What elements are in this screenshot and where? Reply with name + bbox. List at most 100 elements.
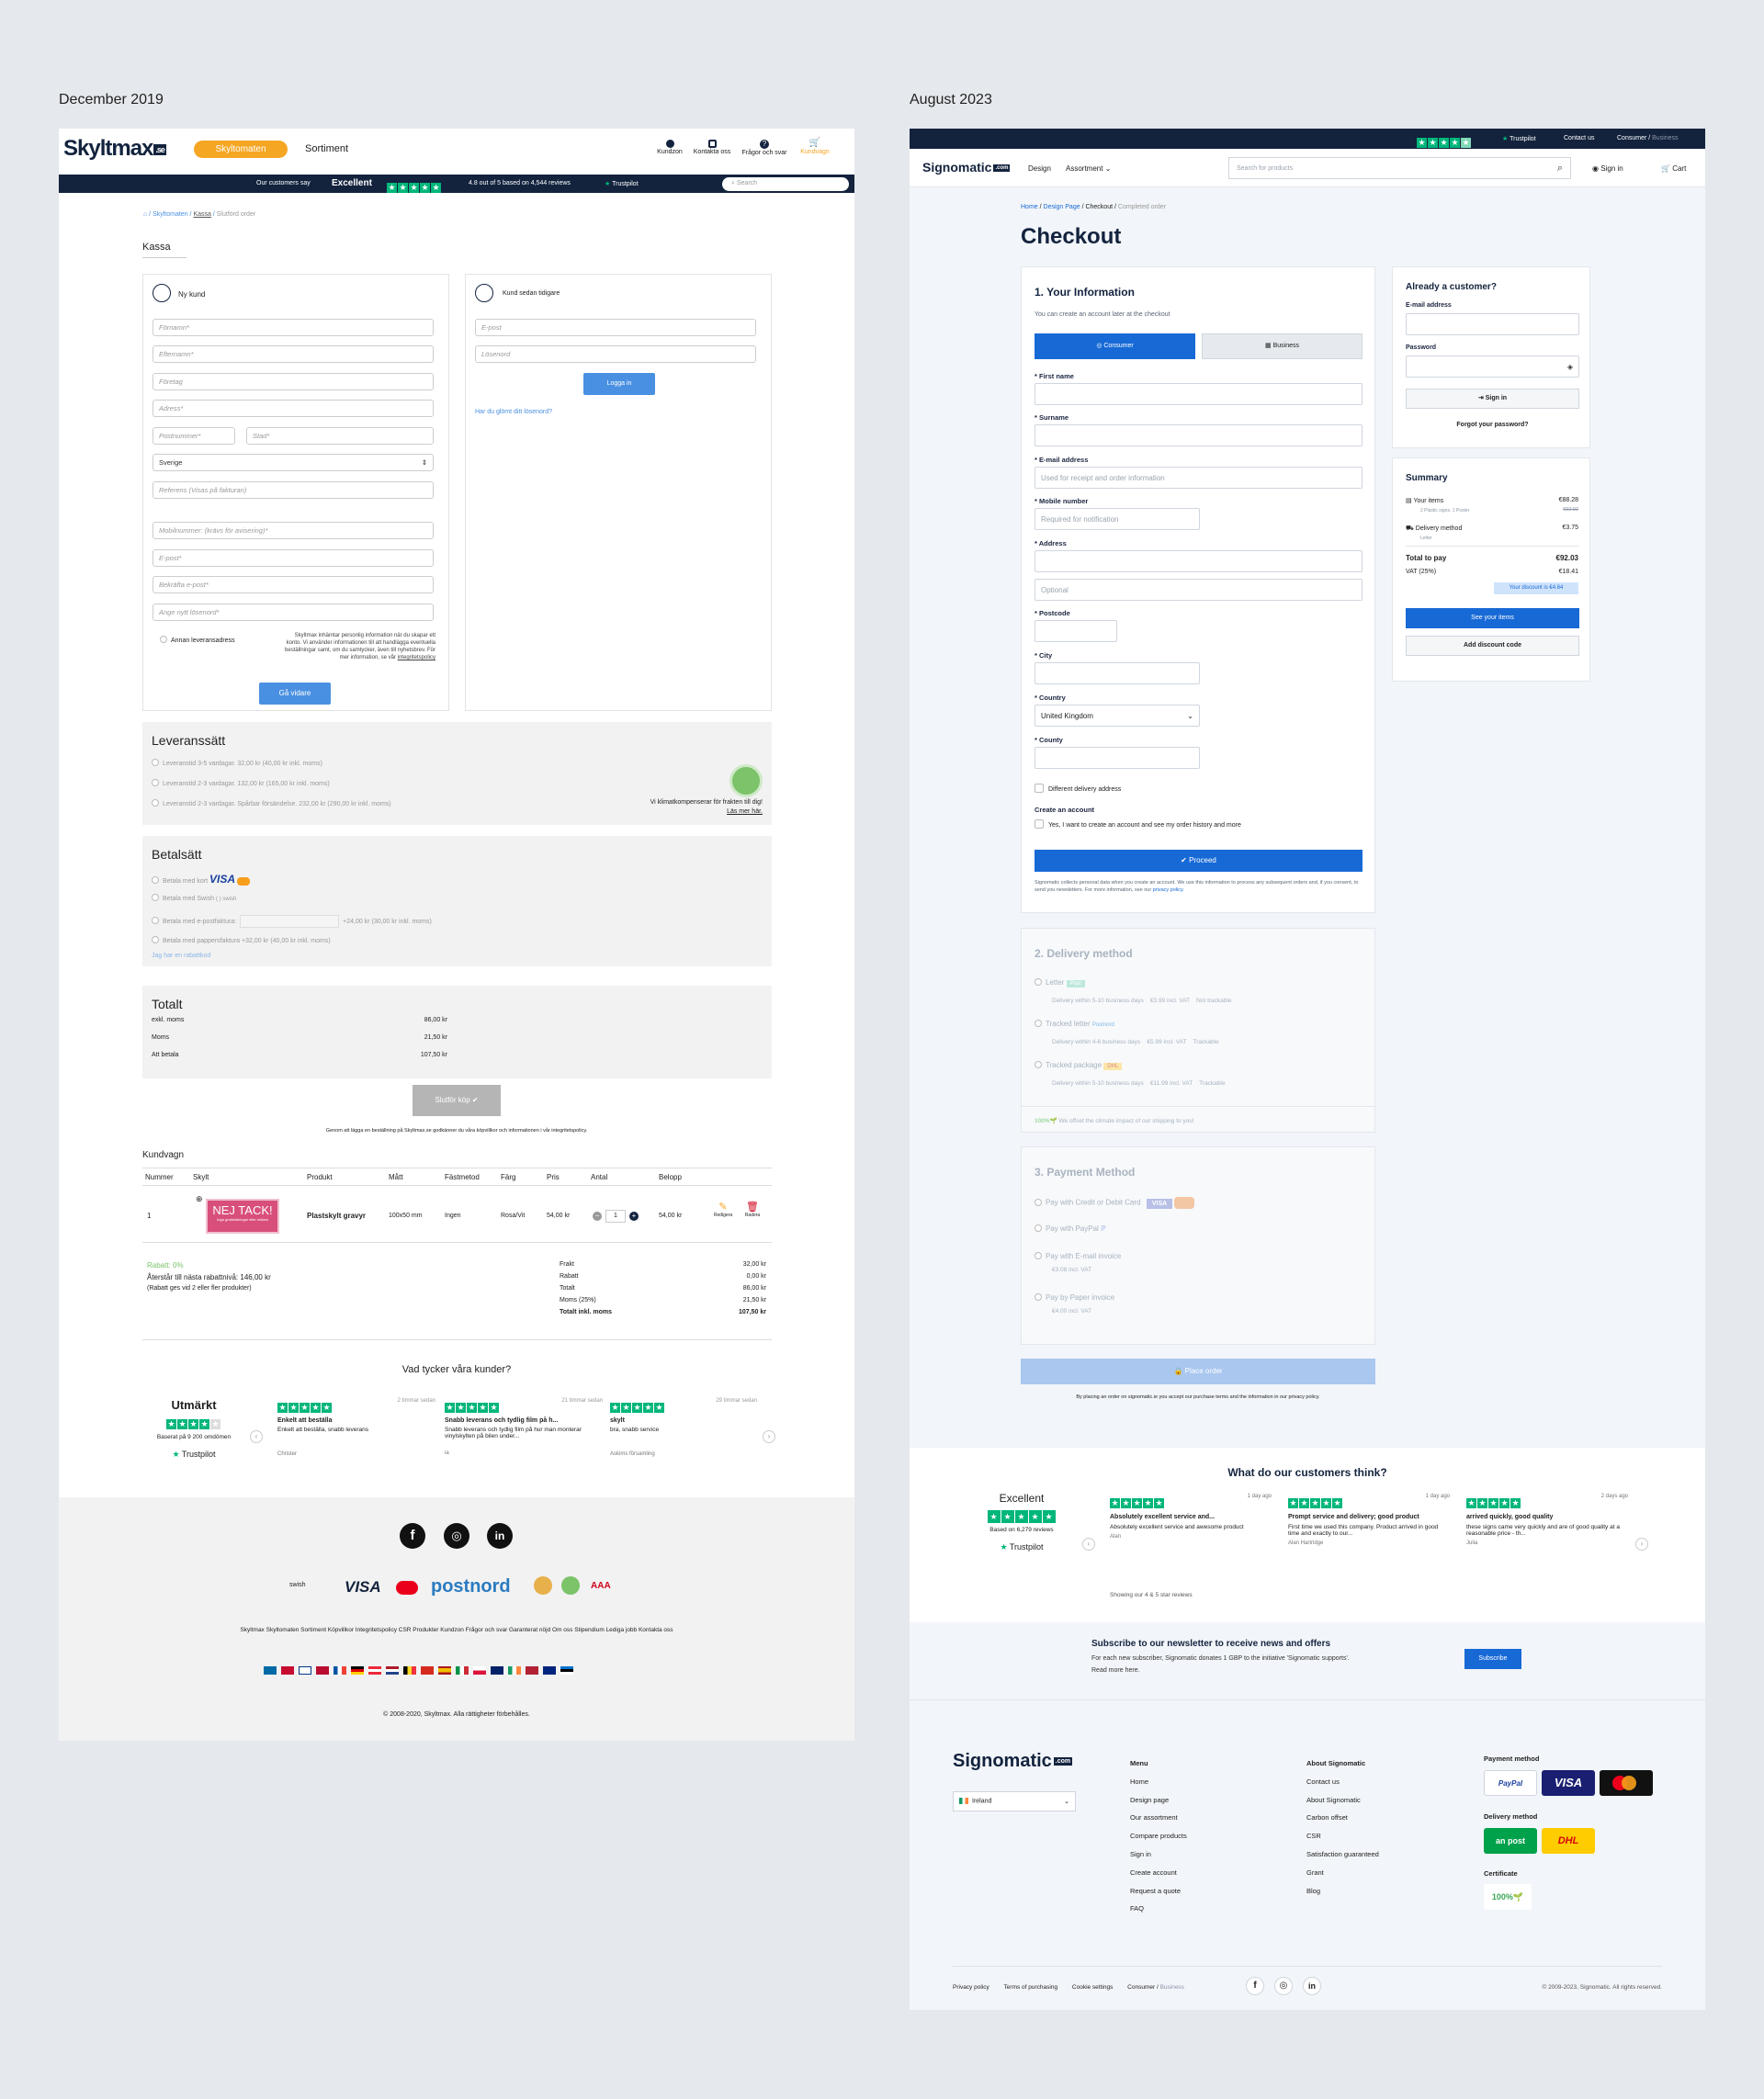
contact-link[interactable]: Contact us bbox=[1564, 135, 1594, 141]
search-input[interactable]: Search for products ⌕ bbox=[1228, 157, 1571, 179]
forgot-password-link[interactable]: Forgot your password? bbox=[1406, 422, 1579, 428]
delivery-option-1[interactable]: Leveranstid 3-5 vardagar. 32,00 kr (40,0… bbox=[152, 759, 322, 767]
terms-link[interactable]: Terms of purchasing bbox=[1004, 1984, 1058, 1991]
contact-link[interactable]: Kontakta oss bbox=[688, 138, 736, 155]
delete-button[interactable]: 🗑 Radera bbox=[741, 1201, 763, 1218]
footer-link[interactable]: Carbon offset bbox=[1306, 1809, 1444, 1827]
footer-link[interactable]: Request a quote bbox=[1130, 1882, 1268, 1901]
email-field[interactable]: Used for receipt and order information bbox=[1035, 467, 1363, 489]
footer-link[interactable]: Home bbox=[1130, 1773, 1268, 1791]
first-name-field[interactable]: Förnamn* bbox=[153, 319, 434, 336]
crumb-skyltomaten[interactable]: Skyltomaten bbox=[153, 211, 188, 218]
footer-link[interactable]: FAQ bbox=[1130, 1900, 1268, 1918]
eye-off-icon[interactable]: ◈ bbox=[1567, 363, 1573, 371]
country-selector[interactable]: Ireland ⌄ bbox=[953, 1791, 1076, 1811]
country-select[interactable]: Sverige ⇕ bbox=[153, 454, 434, 471]
country-select[interactable]: United Kingdom ⌄ bbox=[1035, 705, 1200, 727]
pay-paypal-option[interactable]: Pay with PayPal ℙ bbox=[1035, 1224, 1106, 1233]
subscribe-button[interactable]: Subscribe bbox=[1464, 1649, 1521, 1669]
trustpilot-widget[interactable]: Utmärkt ★ ★ ★ ★ ★ Baserat på 9 200 omdömen ★… bbox=[143, 1398, 244, 1460]
first-name-field[interactable] bbox=[1035, 383, 1363, 405]
instagram-icon[interactable]: ◎ bbox=[1274, 1977, 1293, 1995]
newsletter-more-link[interactable]: Read more here. bbox=[1091, 1667, 1140, 1674]
prev-review-button[interactable]: ‹ bbox=[250, 1430, 263, 1443]
add-discount-button[interactable]: Add discount code bbox=[1406, 636, 1579, 656]
city-field[interactable] bbox=[1035, 662, 1200, 684]
facebook-icon[interactable]: f bbox=[1246, 1977, 1264, 1995]
decrease-qty-button[interactable]: − bbox=[593, 1212, 602, 1221]
pay-einvoice-option[interactable]: Pay with E-mail invoice bbox=[1035, 1252, 1121, 1260]
footer-link[interactable]: CSR bbox=[1306, 1827, 1444, 1845]
login-password-field[interactable]: ◈ bbox=[1406, 355, 1579, 378]
footer-links[interactable]: Skyltmax Skyltomaten Sortiment Köpvillko… bbox=[59, 1627, 854, 1633]
signomatic-logo[interactable]: Signomatic .com bbox=[922, 160, 1011, 175]
discount-code-link[interactable]: Jag har en rabattkod bbox=[152, 953, 210, 959]
place-order-button[interactable]: 🔒 Place order bbox=[1021, 1359, 1375, 1384]
footer-link[interactable]: Compare products bbox=[1130, 1827, 1268, 1845]
search-input[interactable]: ⌕ Search bbox=[722, 177, 849, 191]
login-password-field[interactable]: Lösenord bbox=[475, 345, 756, 363]
email-field[interactable]: E-post* bbox=[153, 549, 434, 567]
prev-review-button[interactable]: ‹ bbox=[1082, 1538, 1095, 1551]
footer-link[interactable]: Design page bbox=[1130, 1791, 1268, 1810]
trustpilot-widget[interactable]: Excellent ★ ★ ★ ★ ★ Based on 6,279 reviews ★… bbox=[976, 1492, 1068, 1552]
postcode-field[interactable] bbox=[1035, 620, 1117, 642]
qty-input[interactable]: 1 bbox=[605, 1210, 626, 1223]
language-flags[interactable] bbox=[264, 1663, 650, 1676]
search-icon[interactable]: ⌕ bbox=[1557, 163, 1563, 175]
read-more-link[interactable]: Läs mer här. bbox=[666, 808, 763, 815]
business-tab[interactable]: ▦ Business bbox=[1202, 333, 1363, 359]
nav-sortiment[interactable]: Sortiment bbox=[305, 143, 348, 154]
zoom-icon[interactable]: ⊕ bbox=[196, 1194, 203, 1204]
next-review-button[interactable]: › bbox=[763, 1430, 775, 1443]
facebook-icon[interactable]: f bbox=[400, 1523, 425, 1549]
pay-paper-option[interactable]: Pay by Paper invoice bbox=[1035, 1293, 1114, 1302]
edit-button[interactable]: ✎ Redigera bbox=[712, 1201, 734, 1218]
footer-link[interactable]: Our assortment bbox=[1130, 1809, 1268, 1827]
footer-link[interactable]: Blog bbox=[1306, 1882, 1444, 1901]
delivery-option-2[interactable]: Leveranstid 2-3 vardagar. 132,00 kr (165… bbox=[152, 779, 330, 787]
faq-link[interactable]: ? Frågor och svar bbox=[736, 138, 793, 156]
privacy-link[interactable]: privacy policy. bbox=[1153, 887, 1184, 893]
instagram-icon[interactable]: ◎ bbox=[444, 1523, 469, 1549]
last-name-field[interactable]: Efternamn* bbox=[153, 345, 434, 363]
delivery-package-option[interactable]: Tracked package DHL bbox=[1035, 1061, 1123, 1070]
see-items-button[interactable]: See your items bbox=[1406, 608, 1579, 628]
address2-field[interactable]: Optional bbox=[1035, 579, 1363, 601]
different-delivery-checkbox[interactable]: Different delivery address bbox=[1035, 784, 1121, 793]
footer-link[interactable]: Grant bbox=[1306, 1864, 1444, 1882]
mobile-field[interactable]: Mobilnummer: (krävs för avisering)* bbox=[153, 522, 434, 539]
home-icon[interactable]: ⌂ bbox=[143, 211, 147, 218]
sign-in-link[interactable]: ◉ Sign in bbox=[1592, 164, 1623, 173]
crumb-kassa[interactable]: Kassa bbox=[193, 211, 210, 218]
city-field[interactable]: Stad* bbox=[246, 427, 434, 445]
footer-link[interactable]: About Signomatic bbox=[1306, 1791, 1444, 1810]
einvoice-field[interactable] bbox=[240, 915, 340, 928]
crumb-design[interactable]: Design Page bbox=[1044, 204, 1080, 210]
footer-link[interactable]: Sign in bbox=[1130, 1845, 1268, 1864]
password-field[interactable]: Ange nytt lösenord* bbox=[153, 604, 434, 621]
create-account-checkbox[interactable]: Yes, I want to create an account and see… bbox=[1035, 819, 1241, 829]
business-link[interactable]: Business bbox=[1160, 1984, 1184, 1991]
delivery-letter-option[interactable]: Letter Post bbox=[1035, 978, 1085, 987]
segment-switch[interactable]: Consumer / Business bbox=[1617, 135, 1679, 141]
pay-einvoice-option[interactable]: Betala med e-postfaktura: +24,00 kr (30,0… bbox=[152, 915, 432, 928]
county-field[interactable] bbox=[1035, 747, 1200, 769]
nav-assortment[interactable]: Assortment ⌄ bbox=[1066, 164, 1111, 173]
consumer-tab[interactable]: ◎ Consumer bbox=[1035, 333, 1195, 359]
consumer-link[interactable]: Consumer bbox=[1127, 1984, 1155, 1991]
skyltmax-logo[interactable]: Skyltmax .se bbox=[63, 136, 166, 162]
signomatic-footer-logo[interactable]: Signomatic .com bbox=[953, 1751, 1073, 1772]
company-field[interactable]: Företag bbox=[153, 373, 434, 390]
postcode-field[interactable]: Postnummer* bbox=[153, 427, 235, 445]
nav-design[interactable]: Design bbox=[1028, 164, 1051, 173]
cart-link[interactable]: 🛒 Kundvagn bbox=[793, 138, 837, 155]
complete-purchase-button[interactable]: Slutför köp ✔ bbox=[413, 1085, 501, 1116]
mobile-field[interactable]: Required for notification bbox=[1035, 508, 1200, 530]
privacy-link[interactable]: integritetspolicy bbox=[398, 655, 435, 660]
login-email-field[interactable]: E-post bbox=[475, 319, 756, 336]
crumb-home[interactable]: Home bbox=[1021, 204, 1038, 210]
login-button[interactable]: Logga in bbox=[583, 373, 655, 395]
tp-brand[interactable]: ★ Trustpilot bbox=[1502, 135, 1536, 142]
continue-button[interactable]: Gå vidare bbox=[259, 683, 331, 705]
